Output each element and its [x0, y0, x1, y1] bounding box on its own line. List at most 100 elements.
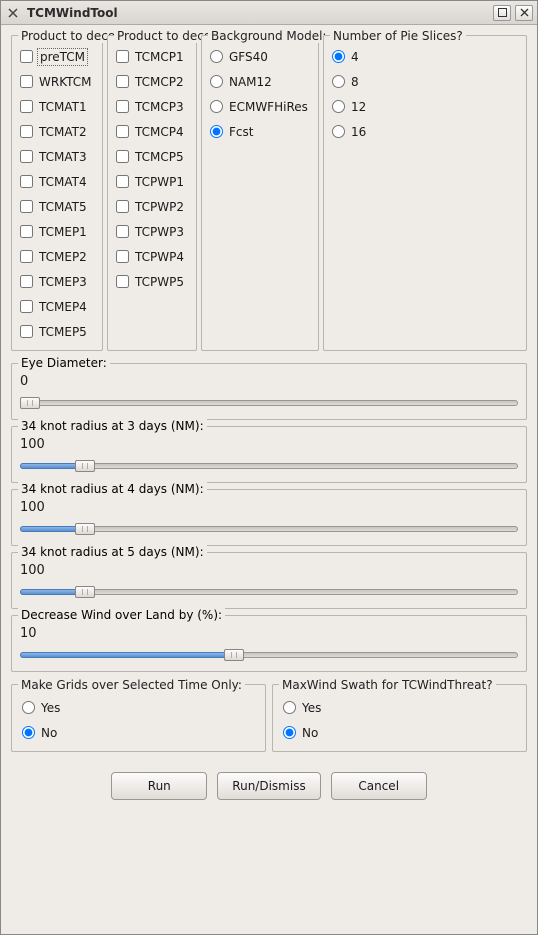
checkbox-row[interactable]: TCPWP5	[114, 269, 190, 294]
checkbox-tcmcp5[interactable]	[116, 150, 129, 163]
checkbox-row[interactable]: preTCM	[18, 44, 96, 69]
slider-thumb[interactable]	[224, 649, 244, 661]
checkbox-tcpwp1[interactable]	[116, 175, 129, 188]
checkbox-row[interactable]: TCMCP2	[114, 69, 190, 94]
slider-thumb[interactable]	[75, 523, 95, 535]
checkbox-row[interactable]: TCMEP3	[18, 269, 96, 294]
checkbox-tcmcp2[interactable]	[116, 75, 129, 88]
radio-row[interactable]: ECMWFHiRes	[208, 94, 312, 119]
checkbox-tcmep1[interactable]	[20, 225, 33, 238]
checkbox-row[interactable]: TCMAT1	[18, 94, 96, 119]
slider-track[interactable]	[20, 395, 518, 411]
checkbox-tcpwp3[interactable]	[116, 225, 129, 238]
checkbox-row[interactable]: TCMAT2	[18, 119, 96, 144]
checkbox-row[interactable]: TCMCP1	[114, 44, 190, 69]
radio-row[interactable]: Yes	[20, 695, 257, 720]
radio-label: Yes	[41, 701, 60, 715]
radio-12[interactable]	[332, 100, 345, 113]
checkbox-label: TCPWP4	[135, 250, 184, 264]
checkbox-row[interactable]: TCPWP4	[114, 244, 190, 269]
checkbox-row[interactable]: TCMEP5	[18, 319, 96, 344]
checkbox-tcmep3[interactable]	[20, 275, 33, 288]
radio-row[interactable]: No	[20, 720, 257, 745]
radio-gfs40[interactable]	[210, 50, 223, 63]
radio-row[interactable]: 8	[330, 69, 520, 94]
group-background-model: Background Model: GFS40NAM12ECMWFHiResFc…	[201, 35, 319, 351]
checkbox-row[interactable]: WRKTCM	[18, 69, 96, 94]
checkbox-tcmat1[interactable]	[20, 100, 33, 113]
radio-row[interactable]: 16	[330, 119, 520, 144]
radio-row[interactable]: 4	[330, 44, 520, 69]
checkbox-tcmat5[interactable]	[20, 200, 33, 213]
checkbox-wrktcm[interactable]	[20, 75, 33, 88]
checkbox-row[interactable]: TCMEP1	[18, 219, 96, 244]
slider-group-r34d3: 34 knot radius at 3 days (NM):100	[11, 426, 527, 483]
radio-16[interactable]	[332, 125, 345, 138]
slider-thumb[interactable]	[75, 460, 95, 472]
checkbox-row[interactable]: TCPWP3	[114, 219, 190, 244]
slider-value: 0	[20, 374, 518, 389]
radio-yes[interactable]	[22, 701, 35, 714]
checkbox-tcpwp5[interactable]	[116, 275, 129, 288]
radio-yes[interactable]	[283, 701, 296, 714]
checkbox-tcmat2[interactable]	[20, 125, 33, 138]
checkbox-row[interactable]: TCMAT4	[18, 169, 96, 194]
checkbox-label: TCMAT1	[39, 100, 87, 114]
checkbox-row[interactable]: TCPWP1	[114, 169, 190, 194]
checkbox-pretcm[interactable]	[20, 50, 33, 63]
checkbox-label: TCPWP5	[135, 275, 184, 289]
radio-ecmwfhires[interactable]	[210, 100, 223, 113]
radio-row[interactable]: GFS40	[208, 44, 312, 69]
radio-row[interactable]: No	[281, 720, 518, 745]
slider-track[interactable]	[20, 647, 518, 663]
checkbox-tcmep5[interactable]	[20, 325, 33, 338]
checkbox-label: TCPWP3	[135, 225, 184, 239]
checkbox-tcpwp2[interactable]	[116, 200, 129, 213]
maximize-button[interactable]	[493, 5, 511, 21]
radio-row[interactable]: Yes	[281, 695, 518, 720]
checkbox-tcmat4[interactable]	[20, 175, 33, 188]
radio-row[interactable]: 12	[330, 94, 520, 119]
slider-value: 100	[20, 563, 518, 578]
checkbox-label: TCMEP4	[39, 300, 87, 314]
run-button[interactable]: Run	[111, 772, 207, 800]
checkbox-tcmcp3[interactable]	[116, 100, 129, 113]
run-dismiss-button[interactable]: Run/Dismiss	[217, 772, 320, 800]
close-button[interactable]	[515, 5, 533, 21]
checkbox-tcmep2[interactable]	[20, 250, 33, 263]
radio-row[interactable]: Fcst	[208, 119, 312, 144]
checkbox-row[interactable]: TCMEP2	[18, 244, 96, 269]
checkbox-tcmcp4[interactable]	[116, 125, 129, 138]
checkbox-row[interactable]: TCMCP4	[114, 119, 190, 144]
slider-track[interactable]	[20, 521, 518, 537]
radio-label: NAM12	[229, 75, 272, 89]
radio-nam12[interactable]	[210, 75, 223, 88]
slider-track[interactable]	[20, 458, 518, 474]
checkbox-row[interactable]: TCPWP2	[114, 194, 190, 219]
cancel-button[interactable]: Cancel	[331, 772, 427, 800]
radio-8[interactable]	[332, 75, 345, 88]
slider-thumb[interactable]	[75, 586, 95, 598]
radio-row[interactable]: NAM12	[208, 69, 312, 94]
slider-group-eye: Eye Diameter:0	[11, 363, 527, 420]
checkbox-label: TCPWP1	[135, 175, 184, 189]
slider-track[interactable]	[20, 584, 518, 600]
checkbox-tcmep4[interactable]	[20, 300, 33, 313]
radio-4[interactable]	[332, 50, 345, 63]
checkbox-row[interactable]: TCMEP4	[18, 294, 96, 319]
checkbox-row[interactable]: TCMAT3	[18, 144, 96, 169]
radio-label: Yes	[302, 701, 321, 715]
radio-no[interactable]	[283, 726, 296, 739]
action-buttons: Run Run/Dismiss Cancel	[11, 758, 527, 812]
checkbox-row[interactable]: TCMCP3	[114, 94, 190, 119]
radio-fcst[interactable]	[210, 125, 223, 138]
checkbox-tcpwp4[interactable]	[116, 250, 129, 263]
slider-thumb[interactable]	[20, 397, 40, 409]
checkbox-tcmat3[interactable]	[20, 150, 33, 163]
checkbox-label: TCMEP5	[39, 325, 87, 339]
checkbox-row[interactable]: TCMAT5	[18, 194, 96, 219]
checkbox-label: TCMCP2	[135, 75, 184, 89]
checkbox-row[interactable]: TCMCP5	[114, 144, 190, 169]
radio-no[interactable]	[22, 726, 35, 739]
checkbox-tcmcp1[interactable]	[116, 50, 129, 63]
